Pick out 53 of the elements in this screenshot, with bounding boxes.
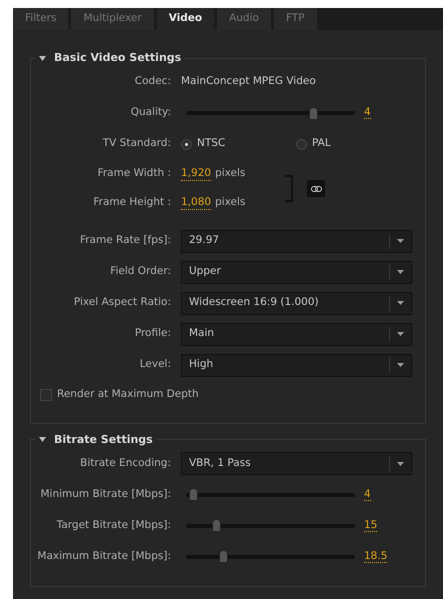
dropdown[interactable]: Widescreen 16:9 (1.000) <box>181 292 412 314</box>
field-label: Pixel Aspect Ratio: <box>74 296 171 308</box>
field-label: Frame Width : <box>98 167 171 180</box>
codec-value: MainConcept MPEG Video <box>181 74 316 90</box>
expanded-triangle-icon <box>39 54 46 62</box>
dropdown[interactable]: Upper <box>181 260 412 284</box>
caret-icon <box>397 462 404 466</box>
dropdown[interactable]: 29.97 <box>181 230 412 252</box>
caret-icon <box>397 239 404 243</box>
field-label: Frame Height : <box>93 196 171 208</box>
slider-thumb[interactable] <box>188 488 198 501</box>
slider[interactable] <box>186 519 355 532</box>
dropdown[interactable]: High <box>181 354 412 376</box>
field-label: Minimum Bitrate [Mbps]: <box>40 488 171 500</box>
slider[interactable] <box>186 488 355 501</box>
slider-thumb[interactable] <box>219 550 228 563</box>
caret-icon <box>397 363 404 367</box>
dropdown[interactable]: Main <box>181 322 412 346</box>
value-field[interactable]: 4 <box>364 106 371 120</box>
field-label: Quality: <box>130 106 171 118</box>
dropdown[interactable]: VBR, 1 Pass <box>181 452 412 475</box>
section-toggle[interactable]: Bitrate Settings <box>39 432 153 448</box>
field-label: Profile: <box>134 327 171 340</box>
radio-button[interactable]: NTSC <box>181 136 296 152</box>
tab[interactable]: Video <box>156 8 214 30</box>
chain-link-icon <box>310 186 322 192</box>
caret-icon <box>397 270 404 274</box>
unit-label: pixels <box>215 166 246 182</box>
field-label: Maximum Bitrate [Mbps]: <box>37 550 171 562</box>
field-label: TV Standard: <box>102 137 171 150</box>
field-label: Codec: <box>134 75 171 88</box>
value-field[interactable]: 18.5 <box>364 550 388 563</box>
field-label: Target Bitrate [Mbps]: <box>56 518 171 531</box>
unit-label: pixels <box>215 195 246 210</box>
caret-icon <box>397 332 404 336</box>
link-button[interactable] <box>307 180 326 197</box>
expanded-triangle-icon <box>39 436 46 444</box>
section-toggle[interactable]: Basic Video Settings <box>39 50 182 66</box>
slider-thumb[interactable] <box>308 106 318 120</box>
field-label: Frame Rate [fps]: <box>80 234 171 246</box>
field-label: Bitrate Encoding: <box>80 456 171 469</box>
value-field[interactable]: 1,920 <box>181 167 212 181</box>
value-field[interactable]: 4 <box>364 488 371 501</box>
checkbox-row[interactable]: Render at Maximum Depth <box>40 386 199 402</box>
slider-thumb[interactable] <box>212 519 222 532</box>
value-field[interactable]: 15 <box>364 518 378 532</box>
slider[interactable] <box>186 106 355 120</box>
radio-button[interactable]: PAL <box>296 136 331 152</box>
field-label: Field Order: <box>110 265 171 278</box>
value-field[interactable]: 1,080 <box>181 196 212 210</box>
caret-icon <box>397 301 404 305</box>
field-label: Level: <box>140 358 171 370</box>
slider[interactable] <box>186 550 355 563</box>
